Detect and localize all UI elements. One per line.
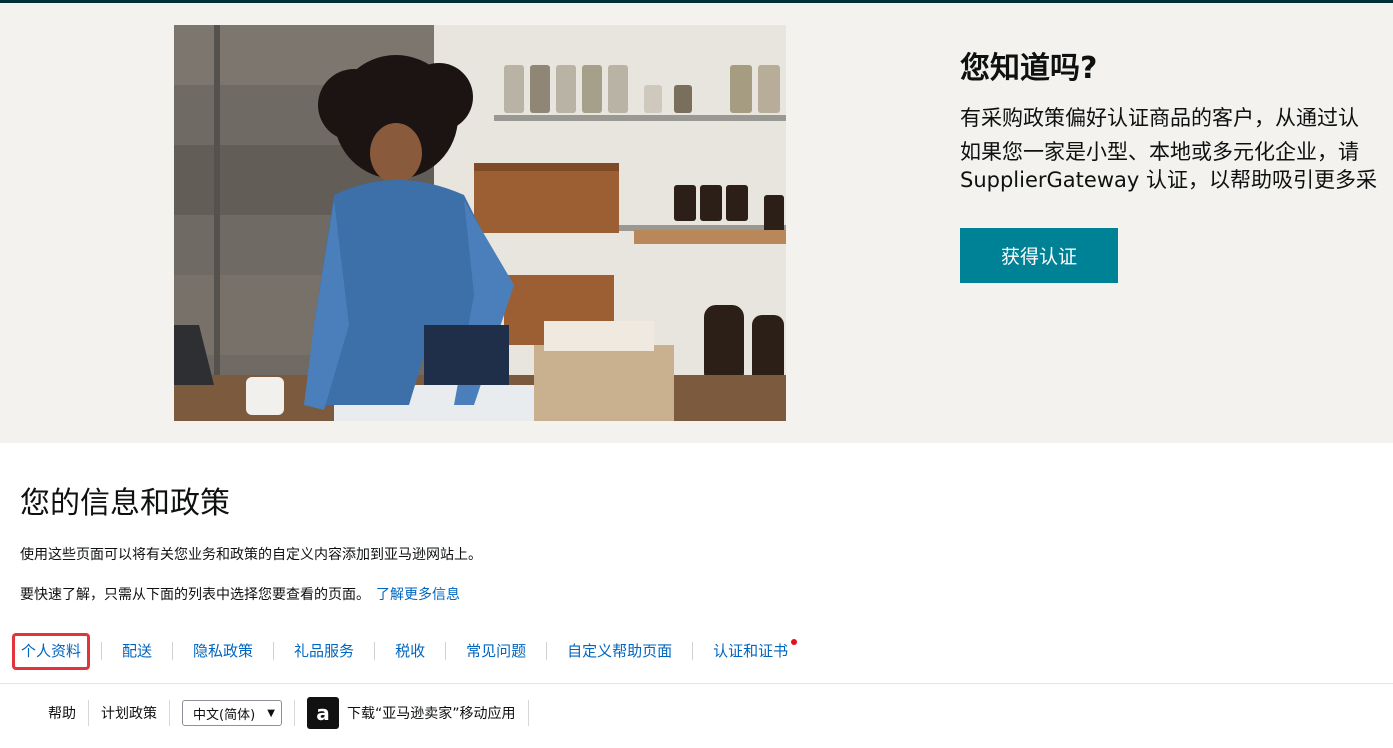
- did-you-know-title: 您知道吗?: [960, 51, 1098, 86]
- tab-gift-services[interactable]: 礼品服务: [285, 634, 363, 668]
- footer-separator: [169, 700, 170, 726]
- learn-more-link[interactable]: 了解更多信息: [376, 587, 460, 603]
- tab-shipping[interactable]: 配送: [113, 634, 161, 668]
- tab-privacy-policy[interactable]: 隐私政策: [184, 634, 262, 668]
- tab-divider: [546, 642, 548, 660]
- program-policy-link[interactable]: 计划政策: [101, 703, 157, 723]
- did-you-know-line-1: 有采购政策偏好认证商品的客户，从通过认: [960, 106, 1359, 130]
- tab-tax[interactable]: 税收: [386, 634, 434, 668]
- tab-custom-help-page[interactable]: 自定义帮助页面: [558, 634, 681, 668]
- download-app-label: 下载“亚马逊卖家”移动应用: [347, 706, 516, 722]
- hero-banner: 您知道吗? 有采购政策偏好认证商品的客户，从通过认 如果您一家是小型、本地或多元…: [0, 3, 1393, 443]
- footer-separator: [527, 700, 529, 726]
- chevron-down-icon: ▼: [267, 707, 275, 719]
- download-app-link[interactable]: a 下载“亚马逊卖家”移动应用: [307, 697, 516, 729]
- tab-divider: [374, 642, 376, 660]
- page-instructions: 要快速了解，只需从下面的列表中选择您要查看的页面。 了解更多信息: [20, 584, 460, 604]
- tab-divider: [172, 642, 174, 660]
- tab-profile[interactable]: 个人资料: [12, 632, 91, 670]
- footer-separator: [294, 700, 295, 726]
- tab-divider: [445, 642, 447, 660]
- footer-divider: [0, 683, 1393, 684]
- tab-divider: [692, 642, 694, 660]
- tab-certifications[interactable]: 认证和证书: [704, 634, 798, 668]
- page-title: 您的信息和政策: [20, 486, 230, 521]
- tab-divider: [101, 642, 103, 660]
- policy-tabs: 个人资料 配送 隐私政策 礼品服务 税收 常见问题 自定义帮助页面 认证和证书: [12, 632, 798, 670]
- page-instructions-text: 要快速了解，只需从下面的列表中选择您要查看的页面。: [20, 587, 370, 603]
- notification-dot: [791, 639, 798, 645]
- footer-separator: [88, 700, 89, 726]
- tab-divider: [273, 642, 275, 660]
- get-certified-button[interactable]: 获得认证: [960, 228, 1118, 283]
- help-link[interactable]: 帮助: [48, 703, 76, 723]
- language-select[interactable]: 中文(简体) ▼: [182, 700, 282, 726]
- tab-certifications-label: 认证和证书: [713, 642, 789, 660]
- page-description: 使用这些页面可以将有关您业务和政策的自定义内容添加到亚马逊网站上。: [20, 547, 482, 563]
- hero-photo: [174, 25, 786, 421]
- did-you-know-line-3: SupplierGateway 认证，以帮助吸引更多采: [960, 168, 1377, 192]
- tab-faq[interactable]: 常见问题: [457, 634, 535, 668]
- footer: 帮助 计划政策 中文(简体) ▼ a 下载“亚马逊卖家”移动应用: [48, 693, 541, 733]
- language-select-value: 中文(简体): [193, 707, 256, 723]
- did-you-know-body: 有采购政策偏好认证商品的客户，从通过认 如果您一家是小型、本地或多元化企业，请 …: [960, 101, 1393, 197]
- amazon-app-icon: a: [307, 697, 339, 729]
